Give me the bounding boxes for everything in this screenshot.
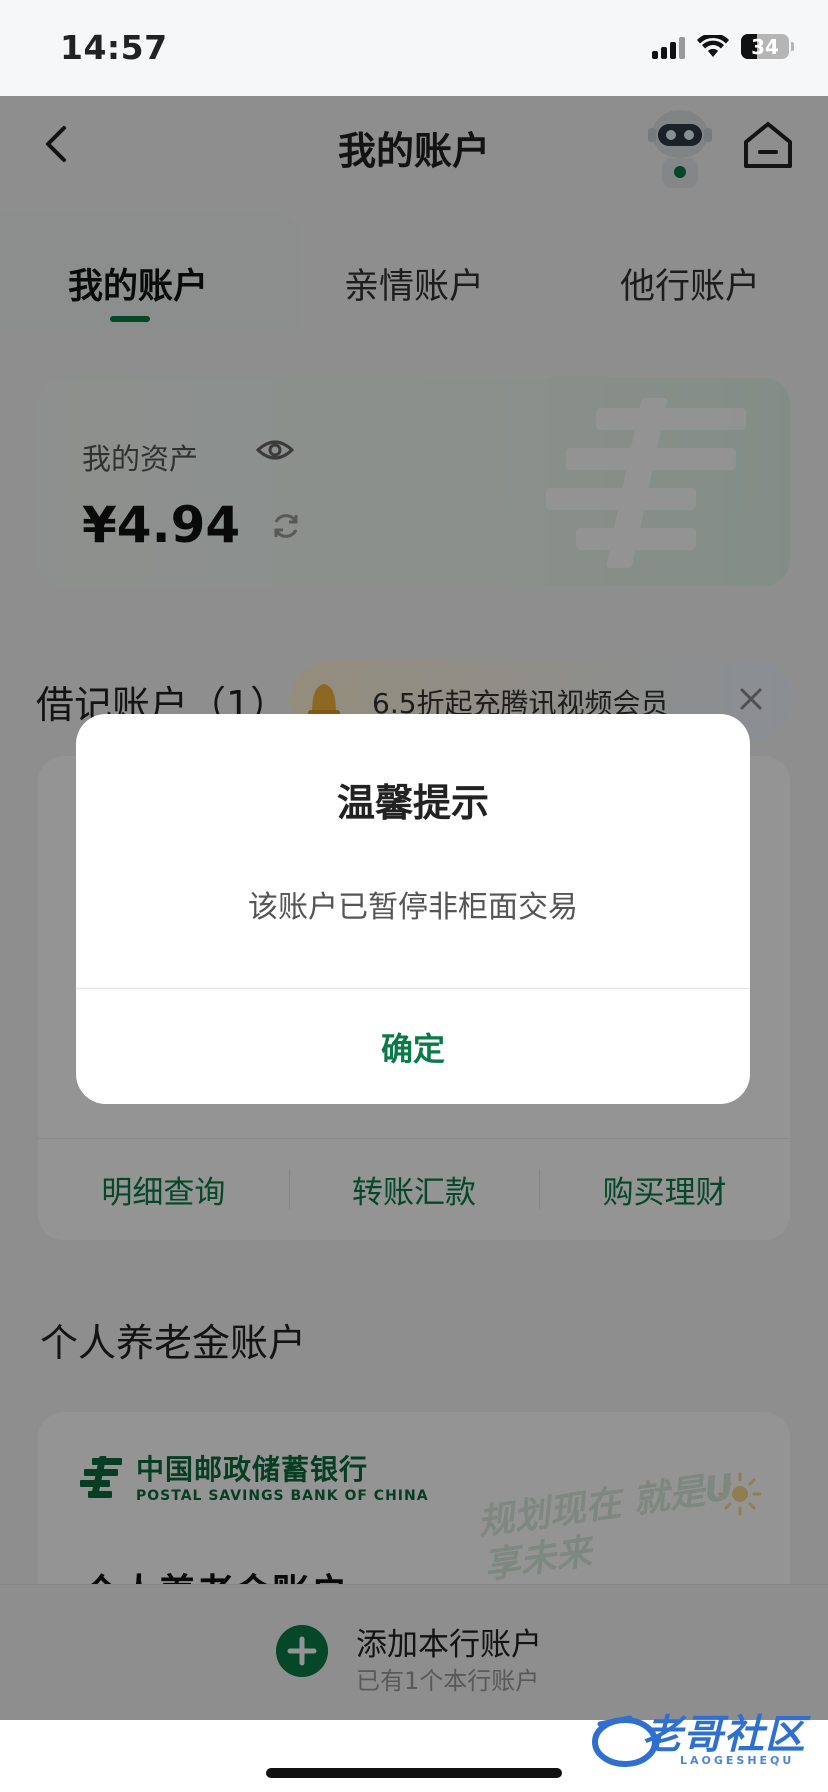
confirm-button[interactable]: 确定: [76, 989, 750, 1104]
dialog-title: 温馨提示: [336, 781, 489, 825]
wifi-icon: [697, 34, 729, 57]
battery-icon: 34: [741, 34, 789, 59]
watermark-logo: 老哥社区 LAOGESHEQU: [590, 1700, 814, 1786]
battery-level: 34: [751, 34, 779, 59]
status-time: 14:57: [60, 28, 168, 67]
alert-dialog: 温馨提示 该账户已暂停非柜面交易 确定: [76, 714, 750, 1104]
watermark-text: 老哥社区: [642, 1712, 806, 1758]
watermark-subtext: LAOGESHEQU: [680, 1754, 795, 1767]
home-indicator[interactable]: [266, 1768, 562, 1778]
dialog-message: 该账户已暂停非柜面交易: [248, 890, 578, 925]
cellular-signal-icon: [652, 35, 685, 59]
status-bar: 14:57 34: [0, 0, 828, 96]
status-icons: 34: [652, 34, 794, 59]
